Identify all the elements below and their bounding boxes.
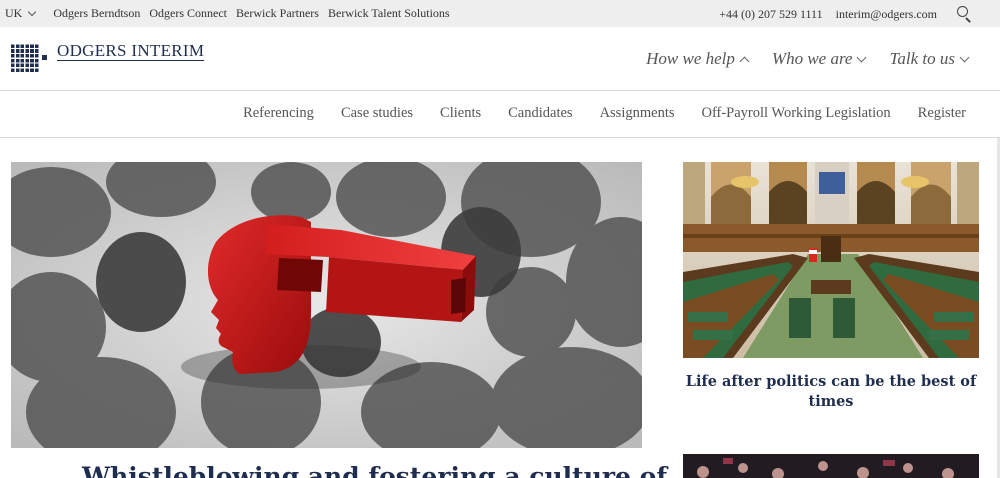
nav-how-we-help[interactable]: How we help — [646, 49, 750, 69]
logo-text: ODGERS INTERIM — [57, 41, 205, 61]
card-image-parliament[interactable] — [683, 162, 979, 358]
logo[interactable]: ODGERS INTERIM — [11, 41, 205, 72]
country-selector[interactable]: UK — [5, 6, 37, 21]
utility-left: UK Odgers Berndtson Odgers Connect Berwi… — [5, 6, 459, 21]
search-icon[interactable] — [955, 6, 979, 23]
subnav-off-payroll[interactable]: Off-Payroll Working Legislation — [701, 105, 890, 122]
utility-bar: UK Odgers Berndtson Odgers Connect Berwi… — [0, 0, 1000, 27]
nav-label: Who we are — [771, 49, 853, 68]
site-link-berwick-partners[interactable]: Berwick Partners — [236, 6, 319, 21]
chevron-down-icon — [28, 7, 37, 16]
country-label: UK — [5, 6, 23, 20]
nav-talk-to-us[interactable]: Talk to us — [889, 49, 970, 69]
sub-nav: Referencing Case studies Clients Candida… — [0, 92, 1000, 138]
chevron-down-icon — [959, 52, 970, 63]
site-header: ODGERS INTERIM How we help Who we are Ta… — [0, 27, 1000, 91]
sub-nav-items: Referencing Case studies Clients Candida… — [216, 105, 966, 122]
subnav-clients[interactable]: Clients — [440, 105, 481, 122]
feature-image[interactable] — [11, 162, 642, 448]
utility-right: +44 (0) 207 529 1111 interim@odgers.com — [719, 6, 1000, 23]
nav-label: Talk to us — [889, 49, 955, 68]
main-nav: How we help Who we are Talk to us — [622, 49, 970, 69]
subnav-register[interactable]: Register — [918, 105, 966, 122]
logo-mark-icon — [11, 43, 49, 72]
card-image-crowd[interactable] — [683, 454, 979, 478]
subnav-assignments[interactable]: Assignments — [600, 105, 675, 122]
email-link[interactable]: interim@odgers.com — [836, 7, 937, 22]
subnav-candidates[interactable]: Candidates — [508, 105, 572, 122]
nav-label: How we help — [646, 49, 735, 68]
site-link-odgers-berndtson[interactable]: Odgers Berndtson — [53, 6, 140, 21]
site-link-odgers-connect[interactable]: Odgers Connect — [149, 6, 227, 21]
chevron-down-icon — [857, 52, 867, 63]
chevron-up-icon — [739, 56, 750, 66]
card-title-life-after-politics[interactable]: Life after politics can be the best of t… — [683, 372, 979, 412]
subnav-referencing[interactable]: Referencing — [243, 105, 314, 122]
nav-who-we-are[interactable]: Who we are — [771, 49, 867, 69]
phone-link[interactable]: +44 (0) 207 529 1111 — [719, 7, 822, 22]
subnav-case-studies[interactable]: Case studies — [341, 105, 413, 122]
site-link-berwick-talent-solutions[interactable]: Berwick Talent Solutions — [328, 6, 450, 21]
feature-title[interactable]: Whistleblowing and fostering a culture o… — [82, 462, 667, 478]
